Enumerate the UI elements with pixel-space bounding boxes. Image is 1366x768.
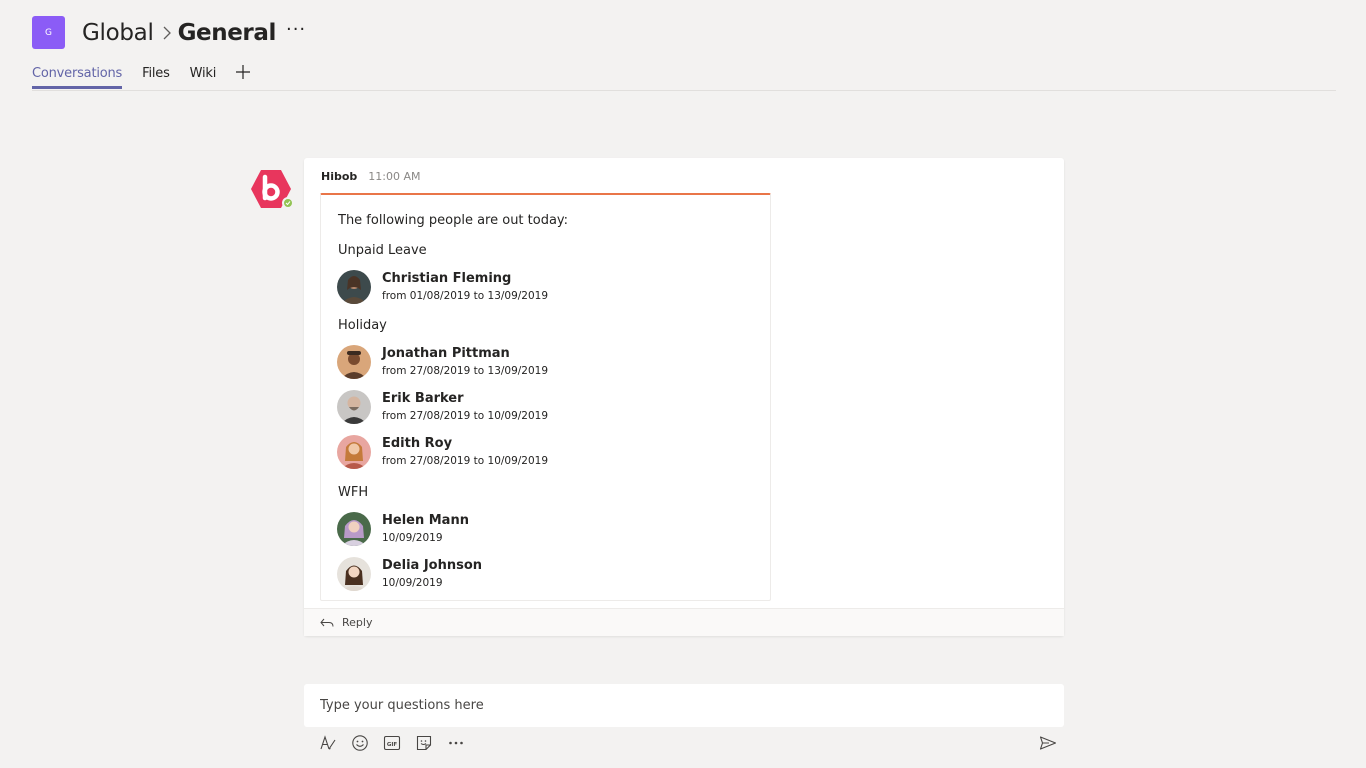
person-row: Jonathan Pittman from 27/08/2019 to 13/0… [337,345,548,379]
person-dates: from 27/08/2019 to 10/09/2019 [382,409,549,422]
sticker-icon[interactable] [414,733,434,753]
person-row: Helen Mann 10/09/2019 [337,512,469,546]
message-timestamp: 11:00 AM [368,170,421,183]
person-name: Jonathan Pittman [382,345,510,361]
avatar [337,512,371,546]
avatar [337,557,371,591]
person-dates: 10/09/2019 [382,531,443,544]
avatar [337,435,371,469]
avatar [337,270,371,304]
team-avatar[interactable]: G [32,16,65,49]
group-title-holiday: Holiday [338,318,387,333]
person-row: Erik Barker from 27/08/2019 to 10/09/201… [337,390,548,424]
tab-conversations[interactable]: Conversations [32,66,122,89]
person-row: Edith Roy from 27/08/2019 to 10/09/2019 [337,435,548,469]
message-input[interactable] [304,684,1064,727]
breadcrumb-team[interactable]: Global [82,20,154,46]
avatar [337,345,371,379]
tab-wiki[interactable]: Wiki [190,66,217,86]
avatar [337,390,371,424]
svg-text:GIF: GIF [387,742,398,748]
person-name: Edith Roy [382,435,453,451]
group-title-wfh: WFH [338,485,369,500]
format-icon[interactable] [318,733,338,753]
breadcrumb-channel: General [177,19,277,46]
tab-files[interactable]: Files [142,66,170,86]
group-title-unpaid-leave: Unpaid Leave [338,243,427,258]
gif-icon[interactable]: GIF [382,733,402,753]
chevron-right-icon [162,25,172,41]
person-dates: from 01/08/2019 to 13/09/2019 [382,289,549,302]
person-dates: 10/09/2019 [382,576,443,589]
message-sender[interactable]: Hibob [321,170,357,183]
person-name: Christian Fleming [382,270,512,286]
card-intro: The following people are out today: [338,213,569,228]
person-row: Christian Fleming from 01/08/2019 to 13/… [337,270,548,304]
channel-tabs: Conversations Files Wiki [32,64,251,89]
reply-label: Reply [342,616,373,629]
presence-available-icon [282,197,294,209]
emoji-icon[interactable] [350,733,370,753]
channel-more-options-button[interactable]: ··· [286,19,306,46]
more-options-icon[interactable] [446,733,466,753]
add-tab-icon[interactable] [236,64,251,83]
compose-box [304,684,1064,727]
channel-header: G Global General ··· [32,16,306,49]
person-name: Helen Mann [382,512,469,528]
person-dates: from 27/08/2019 to 10/09/2019 [382,454,549,467]
tabs-divider [32,90,1336,91]
person-row: Delia Johnson 10/09/2019 [337,557,482,591]
message-header: Hibob 11:00 AM [321,170,421,183]
person-dates: from 27/08/2019 to 13/09/2019 [382,364,549,377]
reply-button[interactable]: Reply [304,608,1064,636]
person-name: Erik Barker [382,390,464,406]
compose-toolbar: GIF [318,733,478,753]
person-name: Delia Johnson [382,557,483,573]
message-post: Hibob 11:00 AM The following people are … [304,158,1064,636]
send-icon[interactable] [1038,733,1058,753]
out-today-card: The following people are out today: Unpa… [320,193,771,601]
reply-arrow-icon [320,613,334,632]
